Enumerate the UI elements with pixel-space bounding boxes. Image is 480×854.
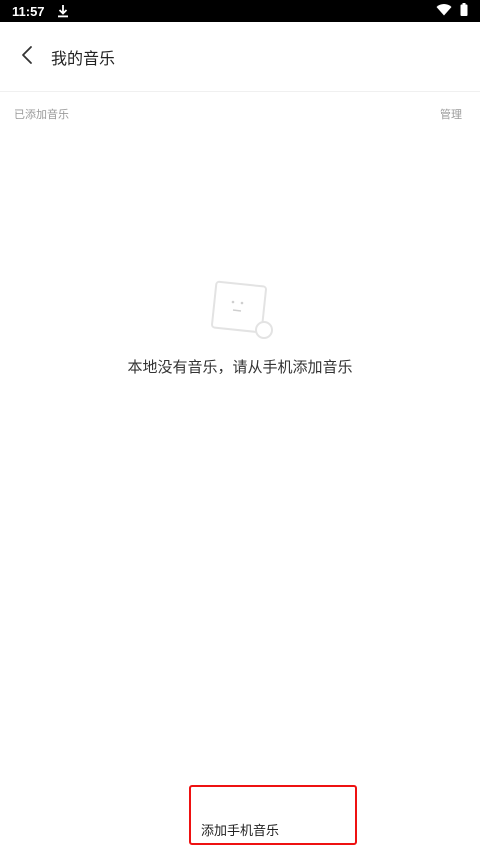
add-phone-music-button[interactable]: 添加手机音乐 <box>189 785 357 845</box>
status-right-icons <box>436 3 468 19</box>
add-phone-music-label: 添加手机音乐 <box>201 824 280 839</box>
battery-icon <box>460 3 468 19</box>
page-title: 我的音乐 <box>51 48 116 68</box>
added-music-label: 已添加音乐 <box>14 108 69 121</box>
chevron-left-icon <box>20 45 34 69</box>
manage-button[interactable]: 管理 <box>440 106 462 122</box>
status-bar: 11:57 <box>0 0 480 22</box>
wifi-icon <box>436 3 452 19</box>
back-button[interactable] <box>12 42 42 72</box>
download-icon <box>57 4 69 18</box>
added-music-bar: 已添加音乐 管理 <box>0 104 480 124</box>
music-note-empty-icon <box>206 278 276 348</box>
empty-message: 本地没有音乐，请从手机添加音乐 <box>127 358 353 376</box>
status-time: 11:57 <box>12 3 45 19</box>
header: 我的音乐 <box>0 22 480 92</box>
